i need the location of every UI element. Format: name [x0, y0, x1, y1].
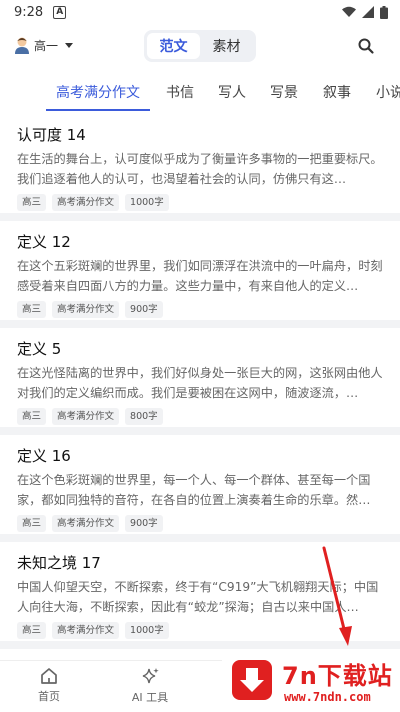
watermark-title: 7n下载站	[282, 662, 393, 690]
article-title: 定义 16	[17, 447, 71, 465]
nav-home[interactable]: 首页	[19, 667, 79, 704]
tag-category: 高考满分作文	[52, 515, 120, 532]
tag-wordcount: 800字	[125, 408, 163, 425]
article-card[interactable]: 定义 5 在这光怪陆离的世界中，我们好似身处一张巨大的网，这张网由他人对我们的定…	[0, 328, 400, 435]
tag-list: 高三 高考满分作文 900字	[17, 515, 383, 532]
tag-list: 高三 高考满分作文 1000字	[17, 622, 383, 639]
status-bar: 9:28 A	[0, 0, 400, 24]
article-excerpt: 中国人仰望天空，不断探索，终于有“C919”大飞机翱翔天际；中国人向往大海，不断…	[17, 580, 379, 614]
search-icon[interactable]	[356, 36, 376, 56]
tag-wordcount: 900字	[125, 515, 163, 532]
tag-list: 高三 高考满分作文 1000字	[17, 194, 383, 211]
article-title: 定义 12	[17, 233, 71, 251]
status-time: 9:28	[14, 4, 44, 20]
tab-people[interactable]: 写人	[218, 82, 246, 102]
tag-grade: 高三	[17, 301, 47, 318]
nav-ai-tools[interactable]: AI 工具	[120, 667, 180, 705]
tag-category: 高考满分作文	[52, 622, 120, 639]
nav-ai-label: AI 工具	[131, 691, 169, 704]
category-tabs: 高考满分作文 书信 写人 写景 叙事 小说	[0, 76, 400, 112]
app-screen: 9:28 A 高一 范文 素材 高考满分作文 书信 写人 写景 叙事 小说 认可…	[0, 0, 400, 712]
tag-category: 高考满分作文	[52, 408, 120, 425]
article-card[interactable]: 未知之境 17 中国人仰望天空，不断探索，终于有“C919”大飞机翱翔天际；中国…	[0, 542, 400, 649]
tag-list: 高三 高考满分作文 800字	[17, 408, 383, 425]
segmented-control: 范文 素材	[144, 30, 256, 62]
tab-gaokao[interactable]: 高考满分作文	[56, 82, 140, 102]
chevron-down-icon	[65, 42, 74, 48]
segment-sucai[interactable]: 素材	[200, 33, 253, 59]
article-title: 未知之境 17	[17, 554, 101, 572]
tag-category: 高考满分作文	[52, 301, 120, 318]
watermark-logo	[232, 660, 272, 700]
article-excerpt: 在生活的舞台上，认可度似乎成为了衡量许多事物的一把重要标尺。我们追逐着他人的认可…	[17, 152, 383, 186]
article-title: 认可度 14	[17, 126, 86, 144]
tag-wordcount: 1000字	[125, 622, 169, 639]
grade-selector[interactable]: 高一	[14, 36, 74, 54]
signal-icon	[362, 6, 374, 18]
nav-home-label: 首页	[38, 690, 60, 703]
tag-wordcount: 1000字	[125, 194, 169, 211]
top-header: 高一 范文 素材	[0, 26, 400, 66]
tab-letter[interactable]: 书信	[166, 82, 194, 102]
site-watermark: 7n下载站 www.7ndn.com	[222, 652, 400, 712]
watermark-url: www.7ndn.com	[284, 690, 371, 704]
grade-label: 高一	[34, 38, 59, 53]
tab-novel[interactable]: 小说	[376, 82, 400, 102]
tag-category: 高考满分作文	[52, 194, 120, 211]
tag-list: 高三 高考满分作文 900字	[17, 301, 383, 318]
article-excerpt: 在这光怪陆离的世界中，我们好似身处一张巨大的网，这张网由他人对我们的定义编织而成…	[17, 366, 383, 400]
battery-icon	[380, 5, 388, 19]
article-card[interactable]: 定义 16 在这个色彩斑斓的世界里，每一个人、每一个群体、甚至每一个国家，都如同…	[0, 435, 400, 542]
tab-active-indicator	[46, 109, 150, 111]
article-card[interactable]: 认可度 14 在生活的舞台上，认可度似乎成为了衡量许多事物的一把重要标尺。我们追…	[0, 114, 400, 221]
sparkle-icon	[142, 668, 159, 684]
segment-fanwen[interactable]: 范文	[147, 33, 200, 59]
tag-grade: 高三	[17, 515, 47, 532]
tag-grade: 高三	[17, 408, 47, 425]
tab-narrative[interactable]: 叙事	[323, 82, 351, 102]
article-excerpt: 在这个五彩斑斓的世界里，我们如同漂浮在洪流中的一叶扁舟，时刻感受着来自四面八方的…	[17, 259, 383, 293]
home-icon	[41, 668, 57, 684]
download-icon	[240, 668, 264, 692]
wifi-icon	[342, 6, 356, 17]
tag-wordcount: 900字	[125, 301, 163, 318]
article-card[interactable]: 定义 12 在这个五彩斑斓的世界里，我们如同漂浮在洪流中的一叶扁舟，时刻感受着来…	[0, 221, 400, 328]
article-list: 认可度 14 在生活的舞台上，认可度似乎成为了衡量许多事物的一把重要标尺。我们追…	[0, 114, 400, 649]
tag-grade: 高三	[17, 622, 47, 639]
tag-grade: 高三	[17, 194, 47, 211]
tab-scenery[interactable]: 写景	[270, 82, 298, 102]
article-title: 定义 5	[17, 340, 62, 358]
article-excerpt: 在这个色彩斑斓的世界里，每一个人、每一个群体、甚至每一个国家，都如同独特的音符，…	[17, 473, 371, 507]
avatar-icon	[15, 37, 29, 54]
notification-icon: A	[53, 5, 67, 19]
